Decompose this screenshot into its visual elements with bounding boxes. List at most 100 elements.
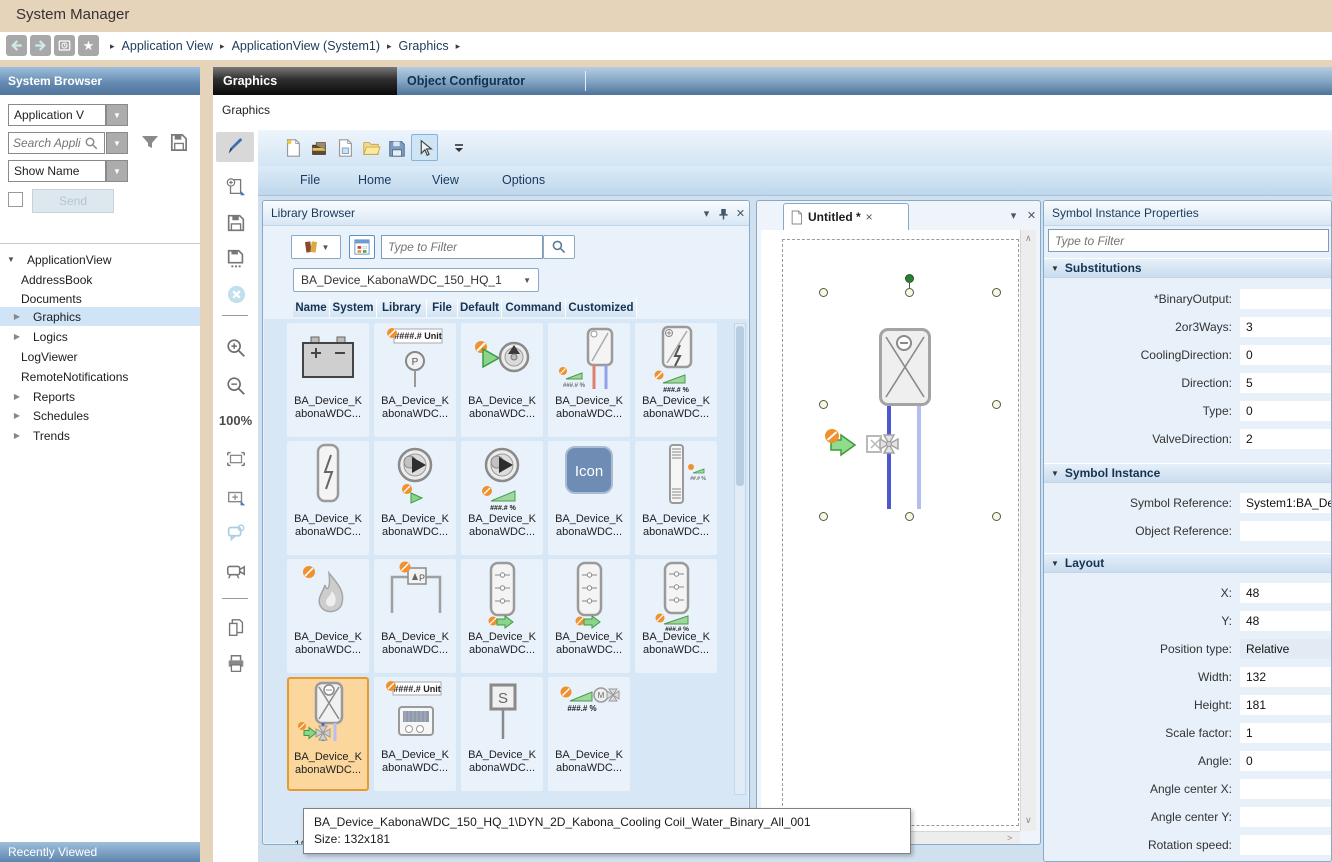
zoom-level[interactable]: 100%: [213, 413, 258, 428]
zoom-out-button[interactable]: [224, 374, 248, 398]
pan-view-button[interactable]: [224, 486, 248, 510]
canvas-menu-button[interactable]: ▾: [1006, 208, 1021, 223]
property-value[interactable]: 2: [1240, 429, 1332, 449]
property-value[interactable]: [1240, 779, 1332, 799]
tree-item-reports[interactable]: ▶Reports: [0, 387, 200, 406]
display-selector[interactable]: Show Name: [8, 160, 106, 182]
expand-icon[interactable]: ▶: [12, 431, 22, 440]
property-value[interactable]: 0: [1240, 751, 1332, 771]
tree-item-documents[interactable]: Documents: [0, 289, 200, 308]
selection-handle[interactable]: [819, 400, 828, 409]
library-item[interactable]: BA_Device_KabonaWDC...: [548, 677, 630, 791]
property-value[interactable]: [1240, 521, 1332, 541]
select-tool-button[interactable]: [413, 137, 435, 159]
expand-icon[interactable]: ▶: [12, 411, 22, 420]
column-header-file[interactable]: File: [427, 299, 458, 317]
fit-to-view-button[interactable]: [224, 447, 248, 471]
property-value[interactable]: 0: [1240, 401, 1332, 421]
display-selector-dropdown-button[interactable]: ▼: [106, 160, 128, 182]
menu-home[interactable]: Home: [358, 173, 391, 187]
panel-pin-button[interactable]: [716, 206, 731, 221]
favorites-button[interactable]: ★: [78, 35, 99, 56]
property-value[interactable]: 132: [1240, 667, 1332, 687]
comment-button-disabled[interactable]: [224, 521, 248, 545]
send-checkbox[interactable]: [8, 192, 23, 207]
selection-handle[interactable]: [992, 512, 1001, 521]
print-button[interactable]: [224, 652, 248, 676]
selection-handle[interactable]: [992, 400, 1001, 409]
tab-graphics[interactable]: Graphics: [213, 67, 397, 95]
section-symbol-instance[interactable]: ▼Symbol Instance: [1044, 463, 1332, 483]
tree-item-logics[interactable]: ▶Logics: [0, 327, 200, 346]
library-item-selected[interactable]: BA_Device_KabonaWDC...: [287, 677, 369, 791]
library-item[interactable]: BA_Device_KabonaWDC...: [461, 323, 543, 437]
selection-handle[interactable]: [992, 288, 1001, 297]
library-item[interactable]: BA_Device_KabonaWDC...: [287, 441, 369, 555]
property-value[interactable]: 181: [1240, 695, 1332, 715]
tab-object-configurator[interactable]: Object Configurator: [397, 67, 585, 95]
edit-mode-button[interactable]: [224, 134, 248, 158]
library-item[interactable]: BA_Device_KabonaWDC...: [635, 559, 717, 673]
menu-file[interactable]: File: [300, 173, 320, 187]
menu-view[interactable]: View: [432, 173, 459, 187]
recently-viewed-header[interactable]: Recently Viewed: [0, 842, 200, 862]
new-from-template-button[interactable]: [334, 137, 356, 159]
library-item[interactable]: BA_Device_KabonaWDC...: [374, 323, 456, 437]
filter-icon[interactable]: [140, 133, 160, 153]
column-header-name[interactable]: Name: [293, 299, 330, 317]
library-item[interactable]: BA_Device_KabonaWDC...: [374, 559, 456, 673]
canvas-vertical-scrollbar[interactable]: ∧ ∨: [1020, 230, 1036, 831]
drawing-page[interactable]: [761, 230, 1020, 831]
scroll-down-icon[interactable]: ∨: [1025, 815, 1032, 826]
breadcrumb-item-application-view[interactable]: Application View: [122, 39, 214, 53]
close-tab-icon[interactable]: ×: [866, 210, 873, 224]
library-item[interactable]: BA_Device_KabonaWDC...: [635, 323, 717, 437]
selection-handle[interactable]: [905, 512, 914, 521]
section-substitutions[interactable]: ▼Substitutions: [1044, 258, 1332, 278]
library-item[interactable]: BA_Device_KabonaWDC...: [374, 441, 456, 555]
tree-item-applicationview[interactable]: ▼ApplicationView: [0, 250, 200, 269]
view-mode-button[interactable]: [349, 235, 375, 259]
toolbar-overflow-button[interactable]: [448, 137, 470, 159]
canvas-tab-untitled[interactable]: Untitled * ×: [783, 203, 909, 230]
library-source-button[interactable]: ▼: [291, 235, 341, 259]
panel-close-button[interactable]: ✕: [733, 206, 748, 221]
library-scrollbar[interactable]: [734, 323, 746, 795]
property-value[interactable]: 5: [1240, 373, 1332, 393]
send-button[interactable]: Send: [32, 189, 114, 213]
copy-page-button[interactable]: [224, 616, 248, 640]
scroll-right-icon[interactable]: >: [1007, 833, 1012, 843]
panel-minimize-button[interactable]: ▾: [699, 206, 714, 221]
view-selector[interactable]: Application V: [8, 104, 106, 126]
open-file-button[interactable]: [360, 137, 382, 159]
collapse-icon[interactable]: ▼: [6, 255, 16, 264]
library-item[interactable]: BA_Device_KabonaWDC...: [374, 677, 456, 791]
breadcrumb-item-graphics[interactable]: Graphics: [399, 39, 449, 53]
save-button[interactable]: [224, 211, 248, 235]
recent-button[interactable]: [54, 35, 75, 56]
expand-icon[interactable]: ▶: [12, 312, 22, 321]
tree-item-remotenotifications[interactable]: RemoteNotifications: [0, 367, 200, 386]
back-button[interactable]: [6, 35, 27, 56]
selection-handle[interactable]: [905, 288, 914, 297]
library-scrollbar-thumb[interactable]: [736, 326, 744, 486]
column-header-default[interactable]: Default: [458, 299, 502, 317]
library-item[interactable]: BA_Device_KabonaWDC...: [461, 677, 543, 791]
property-value[interactable]: 3: [1240, 317, 1332, 337]
section-layout[interactable]: ▼Layout: [1044, 553, 1332, 573]
breadcrumb-item-applicationview-system1[interactable]: ApplicationView (System1): [232, 39, 380, 53]
column-header-customized[interactable]: Customized: [566, 299, 637, 317]
library-item[interactable]: BA_Device_KabonaWDC...: [461, 559, 543, 673]
tree-item-addressbook[interactable]: AddressBook: [0, 270, 200, 289]
library-filter-input[interactable]: [381, 235, 543, 259]
canvas-close-button[interactable]: ✕: [1024, 208, 1039, 223]
column-header-command[interactable]: Command: [502, 299, 566, 317]
selection-handle[interactable]: [819, 288, 828, 297]
property-value[interactable]: 48: [1240, 583, 1332, 603]
property-value[interactable]: 48: [1240, 611, 1332, 631]
preview-button[interactable]: [224, 559, 248, 583]
library-item[interactable]: BA_Device_KabonaWDC...: [287, 323, 369, 437]
tree-item-logviewer[interactable]: LogViewer: [0, 347, 200, 366]
tree-item-schedules[interactable]: ▶Schedules: [0, 406, 200, 425]
tree-item-trends[interactable]: ▶Trends: [0, 426, 200, 445]
